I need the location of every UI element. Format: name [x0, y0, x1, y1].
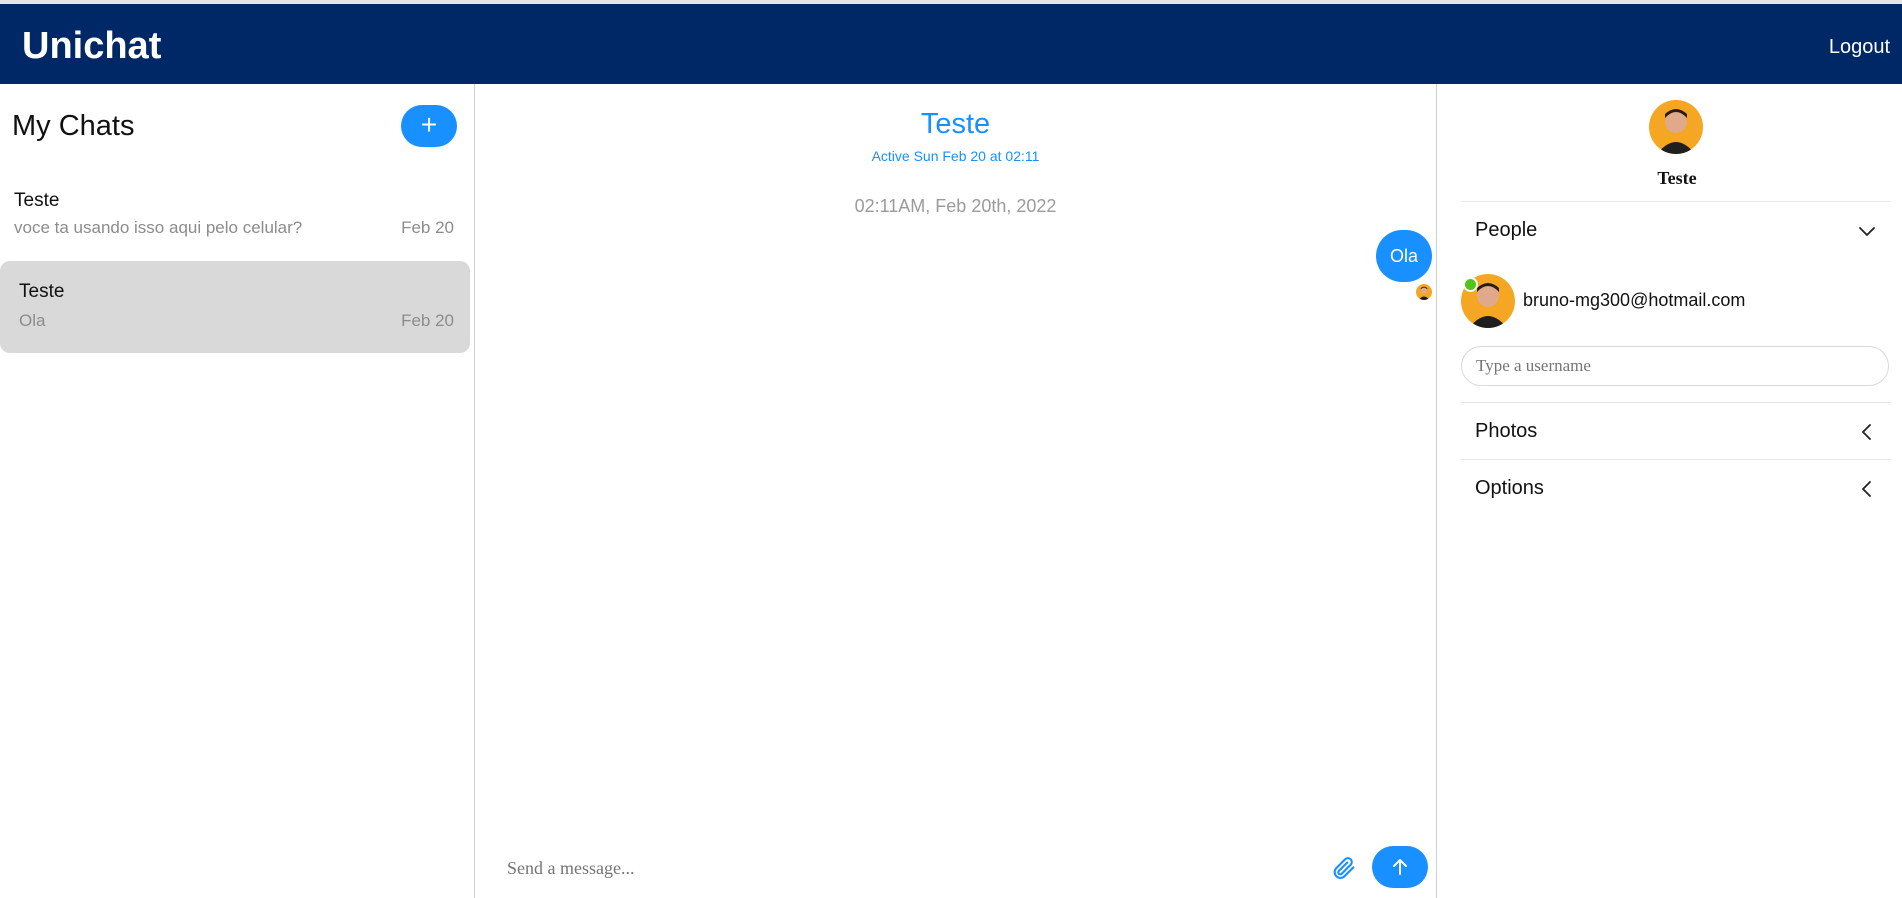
section-label: Photos — [1475, 420, 1538, 442]
read-receipt-avatar — [1416, 284, 1432, 300]
chat-card-active[interactable]: Teste Ola Feb 20 — [0, 261, 470, 353]
online-status-dot — [1463, 277, 1478, 292]
chat-subtitle: Active Sun Feb 20 at 02:11 — [871, 148, 1040, 164]
chat-settings-title: Teste — [1657, 168, 1697, 188]
chevron-down-icon — [1859, 227, 1875, 236]
chat-card-preview: voce ta usando isso aqui pelo celular? — [14, 218, 303, 237]
chevron-left-icon — [1862, 424, 1871, 440]
section-label: Options — [1475, 477, 1544, 499]
new-chat-button[interactable]: + — [401, 105, 457, 147]
chat-title: Teste — [920, 108, 991, 140]
photos-section-header[interactable]: Photos — [1461, 404, 1891, 460]
username-search-input[interactable] — [1461, 346, 1889, 386]
divider — [1461, 402, 1891, 403]
people-section-header[interactable]: People — [1461, 203, 1891, 259]
my-chats-title: My Chats — [12, 110, 135, 142]
divider — [1461, 459, 1891, 460]
arrow-up-icon — [1393, 859, 1407, 875]
chat-avatar — [1649, 100, 1703, 154]
logout-button[interactable]: Logout — [1829, 36, 1890, 59]
section-label: People — [1475, 219, 1538, 241]
chat-feed: Teste Active Sun Feb 20 at 02:11 02:11AM… — [475, 84, 1437, 898]
message-composer — [475, 838, 1436, 898]
chat-card-title: Teste — [19, 281, 65, 302]
chat-card-date: Feb 20 — [401, 311, 454, 330]
message-timestamp: 02:11AM, Feb 20th, 2022 — [854, 196, 1057, 216]
message-input[interactable] — [505, 852, 1109, 884]
chat-settings-panel: Teste People bruno-mg300@hotmail.com Pho… — [1437, 84, 1902, 898]
divider — [1461, 201, 1891, 202]
chat-card-title: Teste — [14, 190, 60, 211]
brand-logo: Unichat — [22, 25, 162, 67]
options-section-header[interactable]: Options — [1461, 461, 1891, 517]
person-email: bruno-mg300@hotmail.com — [1523, 290, 1746, 310]
attachment-icon[interactable] — [1330, 854, 1358, 882]
own-message-bubble: Ola — [1375, 230, 1432, 282]
send-button[interactable] — [1372, 846, 1428, 888]
navbar: Unichat Logout — [0, 4, 1902, 84]
chat-list-panel: My Chats + Teste voce ta usando isso aqu… — [0, 84, 475, 898]
chevron-left-icon — [1862, 481, 1871, 497]
chat-card[interactable]: Teste voce ta usando isso aqui pelo celu… — [0, 176, 470, 268]
person-row: bruno-mg300@hotmail.com — [1461, 274, 1891, 330]
chat-card-preview: Ola — [19, 311, 46, 330]
chat-card-date: Feb 20 — [401, 218, 454, 237]
